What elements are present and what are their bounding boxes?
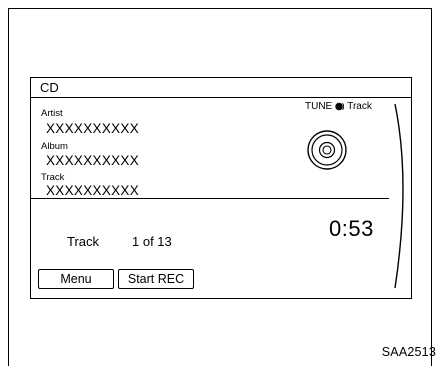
track-count: 1 of 13 (132, 234, 172, 249)
start-rec-button[interactable]: Start REC (118, 269, 194, 289)
track-heading: Track (67, 234, 100, 249)
tune-text: TUNE (305, 101, 333, 112)
artist-label: Artist (41, 108, 63, 119)
menu-button[interactable]: Menu (38, 269, 114, 289)
title-bar: CD (31, 78, 411, 98)
divider-line (31, 198, 389, 199)
figure-caption: SAA2513 (381, 345, 436, 359)
tune-suffix: Track (347, 101, 372, 112)
track-field-value: XXXXXXXXXX (46, 183, 140, 198)
screen-title: CD (40, 80, 59, 95)
cd-screen: CD Artist XXXXXXXXXX Album XXXXXXXXXX Tr… (30, 77, 412, 299)
album-value: XXXXXXXXXX (46, 153, 140, 168)
artist-value: XXXXXXXXXX (46, 121, 140, 136)
elapsed-time: 0:53 (329, 216, 374, 241)
bezel-curve (394, 103, 404, 289)
cd-disc-icon (307, 130, 347, 170)
tune-hint: TUNE Track (305, 101, 372, 112)
track-field-label: Track (41, 172, 65, 183)
tune-knob-icon (335, 102, 345, 111)
album-label: Album (41, 141, 68, 152)
